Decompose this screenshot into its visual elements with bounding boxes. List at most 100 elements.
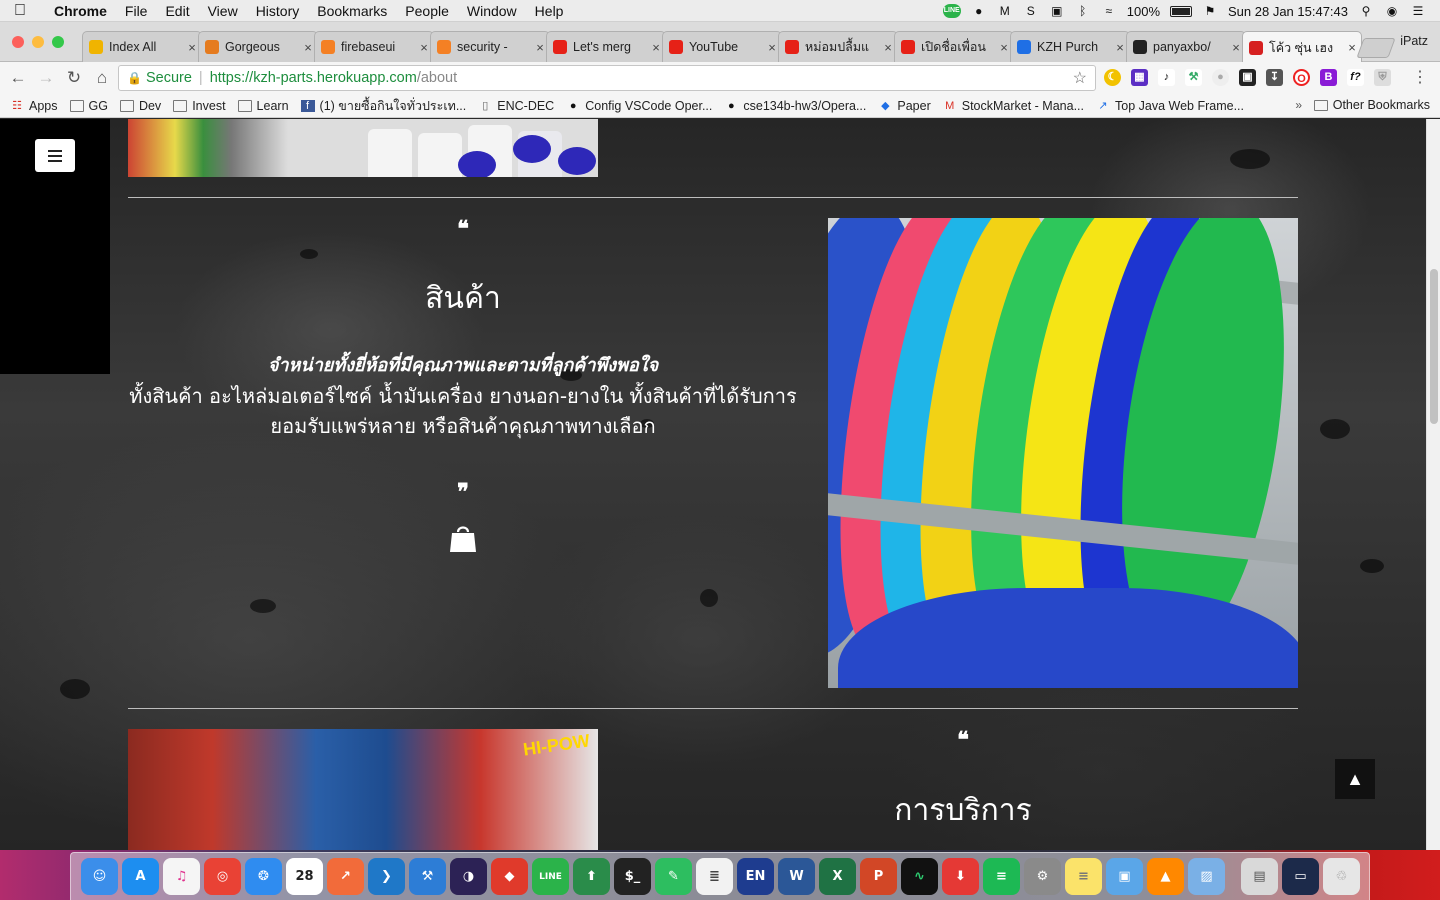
- browser-tab[interactable]: เปิดชื่อเพื่อน ×: [894, 31, 1014, 62]
- chrome-menu-icon[interactable]: ⋮: [1412, 67, 1428, 87]
- menu-help[interactable]: Help: [535, 3, 564, 19]
- textedit-icon[interactable]: ≣: [696, 858, 733, 895]
- finder-icon[interactable]: ☺: [81, 858, 118, 895]
- close-window-icon[interactable]: [12, 36, 24, 48]
- menu-view[interactable]: View: [208, 3, 238, 19]
- browser-tab[interactable]: KZH Purch ×: [1010, 31, 1130, 62]
- wifi-icon[interactable]: ≈: [1101, 4, 1117, 18]
- dark-extension-icon[interactable]: ▣: [1239, 69, 1256, 86]
- home-icon[interactable]: ⌂: [88, 68, 116, 88]
- tab-title[interactable]: เปิดชื่อเพื่อน: [921, 37, 995, 57]
- screenshot-icon[interactable]: ▤: [1241, 858, 1278, 895]
- eclipse-icon[interactable]: ◑: [450, 858, 487, 895]
- browser-tab[interactable]: Let's merg ×: [546, 31, 666, 62]
- back-arrow-icon[interactable]: ←: [4, 68, 32, 88]
- battery-icon[interactable]: [1170, 5, 1192, 17]
- bookmark-item[interactable]: ◆ Paper: [878, 96, 931, 116]
- bookmark-label[interactable]: Learn: [257, 99, 289, 113]
- b-extension-icon[interactable]: B: [1320, 69, 1337, 86]
- fx-extension-icon[interactable]: f?: [1347, 69, 1364, 86]
- other-bookmarks-label[interactable]: Other Bookmarks: [1333, 98, 1430, 112]
- bookmark-item[interactable]: M StockMarket - Mana...: [943, 96, 1084, 116]
- preview-icon[interactable]: ▣: [1106, 858, 1143, 895]
- bookmark-label[interactable]: Config VSCode Oper...: [585, 99, 712, 113]
- menubar-datetime[interactable]: Sun 28 Jan 15:47:43: [1228, 4, 1348, 19]
- postman-icon[interactable]: ↗: [327, 858, 364, 895]
- scrollbar-thumb[interactable]: [1430, 269, 1438, 424]
- sourcetree-icon[interactable]: ⬆: [573, 858, 610, 895]
- bookmark-label[interactable]: (1) ขายซื้อกินใจทั่วประเท...: [320, 96, 467, 116]
- bookmark-item[interactable]: ↗ Top Java Web Frame...: [1096, 96, 1244, 116]
- wrench-extension-icon[interactable]: ⚒: [1185, 69, 1202, 86]
- tab-title[interactable]: KZH Purch: [1037, 40, 1111, 54]
- tab-title[interactable]: security -: [457, 40, 531, 54]
- photos-icon[interactable]: ▨: [1188, 858, 1225, 895]
- bookmark-item[interactable]: ● Config VSCode Oper...: [566, 96, 712, 116]
- bookmark-label[interactable]: Invest: [192, 99, 225, 113]
- siri-icon[interactable]: ◉: [1384, 4, 1400, 18]
- skype-icon[interactable]: S: [1023, 4, 1039, 18]
- menu-people[interactable]: People: [405, 3, 449, 19]
- line-icon[interactable]: LINE: [532, 858, 569, 895]
- bluetooth-icon[interactable]: ᛒ: [1075, 4, 1091, 18]
- bookmark-label[interactable]: cse134b-hw3/Opera...: [743, 99, 866, 113]
- menu-window[interactable]: Window: [467, 3, 517, 19]
- menu-file[interactable]: File: [125, 3, 148, 19]
- browser-tab[interactable]: firebaseui ×: [314, 31, 434, 62]
- tab-title[interactable]: หม่อมปลื้มแ: [805, 37, 879, 57]
- bookmark-item[interactable]: ☷ Apps: [10, 96, 57, 116]
- git-icon[interactable]: ◆: [491, 858, 528, 895]
- bookmark-label[interactable]: Paper: [897, 99, 930, 113]
- safari-icon[interactable]: ❂: [245, 858, 282, 895]
- itunes-icon[interactable]: ♫: [163, 858, 200, 895]
- notes-icon[interactable]: ≡: [1065, 858, 1102, 895]
- bookmark-star-icon[interactable]: ☆: [1073, 68, 1087, 88]
- forward-arrow-icon[interactable]: →: [32, 68, 60, 88]
- desktop-icon[interactable]: ▭: [1282, 858, 1319, 895]
- menu-bookmarks[interactable]: Bookmarks: [317, 3, 387, 19]
- bookmark-item[interactable]: ● cse134b-hw3/Opera...: [724, 96, 866, 116]
- system-preferences-icon[interactable]: ⚙: [1024, 858, 1061, 895]
- bookmark-label[interactable]: StockMarket - Mana...: [962, 99, 1084, 113]
- bookmark-item[interactable]: Learn: [237, 96, 289, 116]
- vscode-icon[interactable]: ❯: [368, 858, 405, 895]
- other-bookmarks[interactable]: Other Bookmarks: [1313, 98, 1430, 112]
- evernote-icon[interactable]: ✎: [655, 858, 692, 895]
- terminal-icon[interactable]: $_: [614, 858, 651, 895]
- creative-cloud-icon[interactable]: ●: [971, 4, 987, 18]
- lock-icon[interactable]: 🔒: [127, 71, 142, 85]
- browser-tab[interactable]: โค้ว ซุ่น เฮง ×: [1242, 31, 1362, 63]
- menu-app-name[interactable]: Chrome: [54, 3, 107, 19]
- tab-title[interactable]: YouTube: [689, 40, 763, 54]
- scroll-to-top-button[interactable]: ▲: [1335, 759, 1375, 799]
- hamburger-menu-button[interactable]: [35, 139, 75, 172]
- browser-tab[interactable]: security - ×: [430, 31, 550, 62]
- menu-history[interactable]: History: [256, 3, 300, 19]
- reload-icon[interactable]: ↻: [60, 68, 88, 88]
- vlc-icon[interactable]: ▲: [1147, 858, 1184, 895]
- notification-center-icon[interactable]: ☰: [1410, 4, 1426, 18]
- url-path[interactable]: /about: [417, 70, 457, 86]
- tab-title[interactable]: Let's merg: [573, 40, 647, 54]
- excel-icon[interactable]: X: [819, 858, 856, 895]
- trash-icon[interactable]: ♲: [1323, 858, 1360, 895]
- grey-extension-icon[interactable]: ●: [1212, 69, 1229, 86]
- bookmark-label[interactable]: ENC-DEC: [497, 99, 554, 113]
- crescent-extension-icon[interactable]: ☾: [1104, 69, 1121, 86]
- browser-tab[interactable]: YouTube ×: [662, 31, 782, 62]
- download-icon[interactable]: ⬇: [942, 858, 979, 895]
- purple-extension-icon[interactable]: ▦: [1131, 69, 1148, 86]
- xcode-icon[interactable]: ⚒: [409, 858, 446, 895]
- secure-label[interactable]: Secure: [146, 70, 192, 86]
- word-icon[interactable]: W: [778, 858, 815, 895]
- tab-title[interactable]: panyaxbo/: [1153, 40, 1227, 54]
- gmail-icon[interactable]: M: [997, 4, 1013, 18]
- activity-monitor-icon[interactable]: ∿: [901, 858, 938, 895]
- app-store-icon[interactable]: A: [122, 858, 159, 895]
- tab-title[interactable]: โค้ว ซุ่น เฮง: [1269, 38, 1343, 58]
- page-scrollbar[interactable]: [1426, 119, 1440, 850]
- fullscreen-window-icon[interactable]: [52, 36, 64, 48]
- bookmark-label[interactable]: Dev: [139, 99, 161, 113]
- bookmark-label[interactable]: Top Java Web Frame...: [1115, 99, 1244, 113]
- minimize-window-icon[interactable]: [32, 36, 44, 48]
